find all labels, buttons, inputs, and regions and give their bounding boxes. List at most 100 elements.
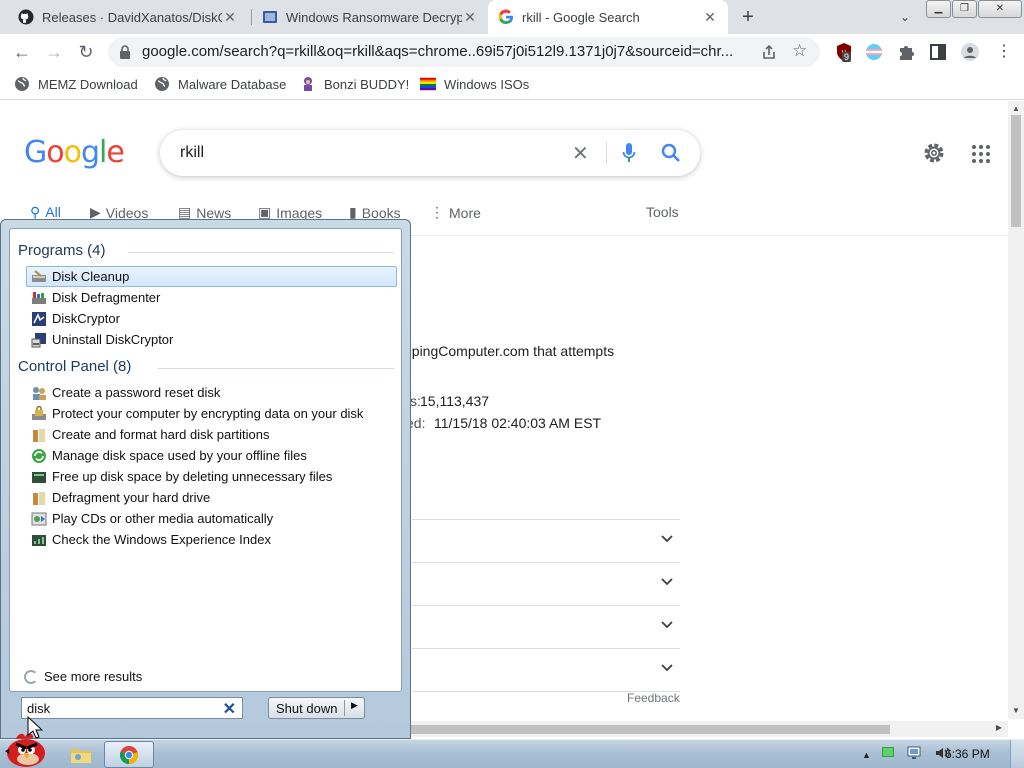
network-icon[interactable] <box>907 746 925 763</box>
back-arrow-icon[interactable]: ← <box>10 40 34 64</box>
tab-more[interactable]: ⋮ More <box>430 204 481 221</box>
search-divider <box>606 142 607 164</box>
people-also-ask-row[interactable] <box>412 648 680 691</box>
share-icon[interactable] <box>760 43 778 61</box>
taskbar-explorer-button[interactable] <box>56 741 106 768</box>
url-text: google.com/search?q=rkill&oq=rkill&aqs=c… <box>142 43 734 60</box>
tools-button[interactable]: Tools <box>646 204 679 220</box>
diskcryptor-icon <box>32 311 46 326</box>
ublock-extension-icon[interactable]: u 9 <box>834 42 854 62</box>
result-bitlocker[interactable]: Protect your computer by encrypting data… <box>26 403 397 424</box>
show-desktop-button[interactable] <box>1010 740 1024 768</box>
result-create-password-reset-disk[interactable]: Create a password reset disk <box>26 382 397 403</box>
close-window-button[interactable]: ✕ <box>978 0 1022 18</box>
minimize-button[interactable]: ▁ <box>926 0 951 18</box>
start-search-value[interactable]: disk <box>27 701 50 716</box>
bitlocker-icon <box>32 405 46 420</box>
result-autoplay[interactable]: Play CDs or other media automatically <box>26 508 397 529</box>
close-tab-icon[interactable]: ✕ <box>462 9 478 26</box>
result-disk-partitions[interactable]: Create and format hard disk partitions <box>26 424 397 445</box>
people-also-ask-row[interactable] <box>412 519 680 562</box>
start-search-input[interactable]: disk ✕ <box>21 697 243 719</box>
google-logo[interactable]: Google <box>24 135 125 170</box>
see-more-results-link[interactable]: See more results <box>24 669 142 684</box>
address-bar[interactable]: google.com/search?q=rkill&oq=rkill&aqs=c… <box>108 37 820 67</box>
reload-icon[interactable]: ↻ <box>74 40 98 64</box>
forward-arrow-icon[interactable]: → <box>42 40 66 64</box>
google-search-box[interactable]: rkill ✕ <box>160 130 700 176</box>
show-hidden-icons-arrow-icon[interactable]: ▲ <box>862 750 871 760</box>
horizontal-scrollbar-thumb[interactable] <box>408 725 890 734</box>
restore-button[interactable]: ❐ <box>952 0 977 18</box>
google-g-icon <box>498 9 514 25</box>
microphone-icon[interactable] <box>622 142 636 164</box>
action-center-flag-icon[interactable] <box>881 746 897 763</box>
search-query[interactable]: rkill <box>180 144 204 162</box>
google-apps-grid-icon[interactable] <box>972 145 990 163</box>
puzzle-extensions-icon[interactable] <box>896 42 916 62</box>
result-uninstall-diskcryptor[interactable]: Uninstall DiskCryptor <box>26 329 397 350</box>
bookmark-bonzi-buddy[interactable]: Bonzi BUDDY! <box>300 76 409 92</box>
profile-avatar-icon[interactable] <box>960 42 980 62</box>
new-tab-button[interactable]: + <box>737 5 759 29</box>
settings-gear-icon[interactable] <box>922 141 946 165</box>
chrome-icon <box>119 745 139 764</box>
search-spinner-icon <box>24 669 38 684</box>
tab-search-chevron-icon[interactable]: ⌄ <box>895 7 915 27</box>
start-menu-results-pane: Programs (4) Disk Cleanup Disk Defragmen… <box>9 228 402 692</box>
globe-icon <box>14 76 30 92</box>
result-disk-cleanup[interactable]: Disk Cleanup <box>26 266 397 287</box>
result-defragment-hard-drive[interactable]: Defragment your hard drive <box>26 487 397 508</box>
scroll-right-arrow-icon[interactable]: ▶ <box>996 723 1002 732</box>
vertical-scrollbar-thumb[interactable] <box>1011 115 1021 227</box>
result-free-up-disk-space[interactable]: Free up disk space by deleting unnecessa… <box>26 466 397 487</box>
chevron-down-icon <box>661 664 673 672</box>
bookmark-star-icon[interactable]: ☆ <box>792 41 807 61</box>
people-also-ask-row[interactable] <box>412 562 680 605</box>
bookmark-label: Bonzi BUDDY! <box>324 76 410 92</box>
taskbar-chrome-button[interactable] <box>104 741 154 768</box>
clear-search-icon[interactable]: ✕ <box>572 141 589 166</box>
kebab-menu-icon[interactable]: ⋮ <box>994 42 1014 62</box>
scroll-up-arrow-icon[interactable]: ▲ <box>1012 104 1020 113</box>
autoplay-icon <box>31 512 47 525</box>
admin-tools-icon <box>33 428 45 442</box>
button-divider <box>344 700 345 716</box>
tab-title: Releases · DavidXanatos/DiskC <box>42 9 222 25</box>
control-panel-group-header[interactable]: Control Panel (8) <box>18 358 131 375</box>
shut-down-button[interactable]: Shut down ▶ <box>268 697 365 719</box>
tab-strip: Releases · DavidXanatos/DiskC ✕ Windows … <box>0 0 1024 34</box>
feedback-link[interactable]: Feedback <box>627 691 680 705</box>
side-panel-icon[interactable] <box>928 42 948 62</box>
horizontal-scrollbar[interactable]: ▶ <box>408 721 1008 737</box>
close-tab-icon[interactable]: ✕ <box>222 9 238 26</box>
taskbar-clock[interactable]: 6:36 PM <box>945 747 990 761</box>
bookmark-memz[interactable]: MEMZ Download <box>14 76 138 92</box>
sync-center-icon <box>32 448 46 463</box>
tab-github-releases[interactable]: Releases · DavidXanatos/DiskC ✕ <box>8 0 248 34</box>
result-diskcryptor[interactable]: DiskCryptor <box>26 308 397 329</box>
admin-tools-icon <box>32 471 46 483</box>
trans-flag-extension-icon[interactable] <box>864 42 884 62</box>
programs-group-header[interactable]: Programs (4) <box>18 242 106 259</box>
tab-google-search[interactable]: rkill - Google Search ✕ <box>488 0 728 34</box>
bookmark-windows-isos[interactable]: Windows ISOs <box>420 76 529 92</box>
result-windows-experience-index[interactable]: Check the Windows Experience Index <box>26 529 397 550</box>
search-magnifier-icon[interactable] <box>660 142 682 164</box>
vertical-scrollbar[interactable]: ▲ ▼ <box>1008 101 1024 719</box>
folder-icon <box>71 748 91 763</box>
lock-icon[interactable] <box>118 44 132 60</box>
users-icon <box>33 386 46 400</box>
scroll-down-arrow-icon[interactable]: ▼ <box>1012 706 1020 715</box>
disk-defragmenter-icon <box>32 291 46 304</box>
shut-down-options-arrow-icon[interactable]: ▶ <box>351 700 358 711</box>
rainbow-flag-icon <box>420 76 436 92</box>
bookmark-malware-database[interactable]: Malware Database <box>154 76 286 92</box>
system-tray: ▲ <box>862 746 951 763</box>
close-tab-icon[interactable]: ✕ <box>702 9 718 26</box>
result-offline-files[interactable]: Manage disk space used by your offline f… <box>26 445 397 466</box>
people-also-ask-row[interactable] <box>412 605 680 648</box>
clear-search-icon[interactable]: ✕ <box>223 699 236 719</box>
result-disk-defragmenter[interactable]: Disk Defragmenter <box>26 287 397 308</box>
tab-ransomware-decryptor[interactable]: Windows Ransomware Decryp ✕ <box>252 0 488 34</box>
